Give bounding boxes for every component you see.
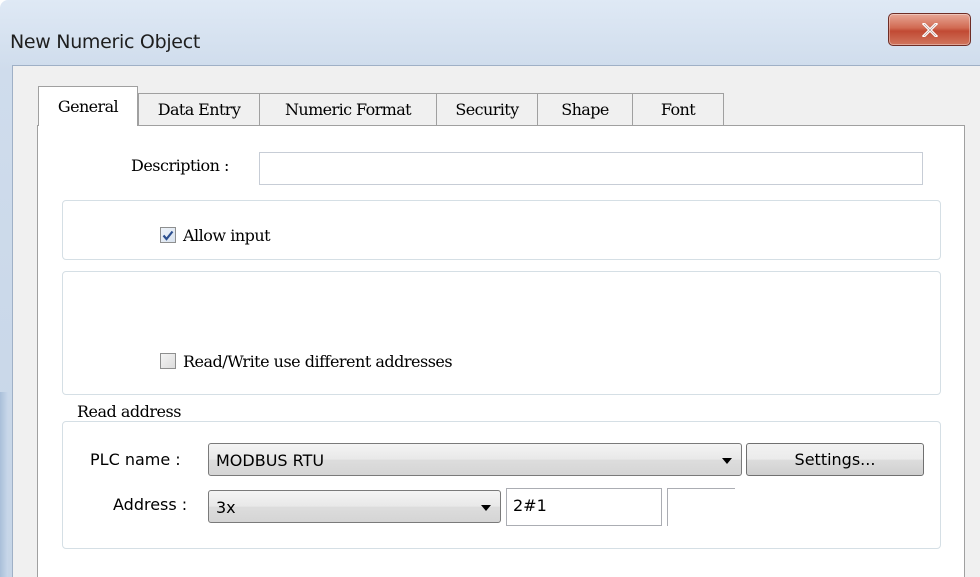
- plc-name-value: MODBUS RTU: [216, 451, 325, 470]
- tab-general[interactable]: General: [38, 86, 138, 126]
- address-type-select[interactable]: 3x: [208, 490, 501, 523]
- read-address-group: [62, 421, 941, 549]
- read-address-legend: Read address: [74, 402, 185, 421]
- rw-options-group: [62, 271, 941, 395]
- checkmark-icon: [162, 230, 174, 241]
- chevron-down-icon: [481, 505, 491, 511]
- tab-numeric-format[interactable]: Numeric Format: [259, 93, 437, 125]
- description-label: Description :: [131, 156, 229, 175]
- address-type-value: 3x: [216, 498, 236, 517]
- tab-font[interactable]: Font: [632, 93, 724, 125]
- window-left-edge: [0, 392, 8, 577]
- chevron-down-icon: [722, 458, 732, 464]
- address-input[interactable]: 2#1: [506, 488, 662, 526]
- plc-name-select[interactable]: MODBUS RTU: [208, 443, 742, 476]
- description-input[interactable]: [259, 152, 923, 185]
- tab-security[interactable]: Security: [436, 93, 538, 125]
- close-icon: [921, 22, 938, 37]
- tab-shape[interactable]: Shape: [537, 93, 633, 125]
- address-extra-field[interactable]: [667, 488, 735, 526]
- tab-data-entry[interactable]: Data Entry: [138, 93, 260, 125]
- rw-diff-checkbox[interactable]: [160, 353, 176, 369]
- address-label: Address :: [113, 495, 188, 514]
- rw-diff-label: Read/Write use different addresses: [183, 352, 453, 371]
- allow-input-checkbox[interactable]: [160, 227, 176, 243]
- plc-name-label: PLC name :: [90, 450, 181, 469]
- allow-input-label: Allow input: [183, 226, 271, 245]
- settings-button[interactable]: Settings...: [746, 443, 924, 476]
- close-button[interactable]: [888, 13, 971, 46]
- dialog-title: New Numeric Object: [10, 31, 200, 53]
